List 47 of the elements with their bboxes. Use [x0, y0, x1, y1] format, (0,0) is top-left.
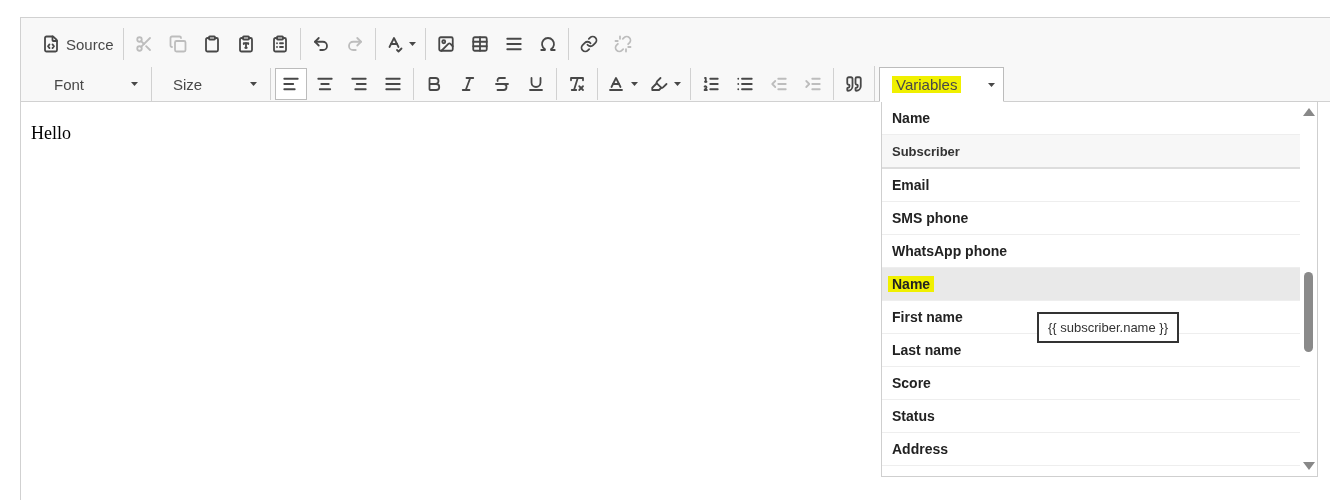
caret-icon — [408, 42, 416, 46]
image-icon — [436, 35, 455, 53]
caret-icon — [674, 82, 681, 86]
scissors-icon — [134, 35, 153, 53]
paste-icon — [202, 35, 221, 53]
link-icon — [579, 35, 598, 53]
bulleted-list-icon — [736, 75, 754, 93]
scroll-down-icon[interactable] — [1303, 462, 1315, 470]
tooltip: {{ subscriber.name }} — [1037, 312, 1179, 343]
group-heading: Subscriber — [882, 135, 1300, 169]
source-icon — [42, 35, 60, 53]
scroll-up-icon[interactable] — [1303, 108, 1315, 116]
align-left-icon — [282, 75, 300, 93]
italic-icon — [459, 75, 477, 93]
table-icon — [470, 35, 489, 53]
source-button[interactable]: Source — [37, 28, 119, 60]
strikethrough-icon — [493, 75, 511, 93]
scroll-thumb[interactable] — [1304, 272, 1313, 352]
dropdown-button[interactable]: Font — [37, 67, 147, 101]
caret-icon — [631, 82, 638, 86]
quote-icon — [845, 75, 863, 93]
caret-icon — [131, 82, 138, 86]
menu-item[interactable]: Name — [882, 268, 1300, 301]
text-color-icon — [607, 75, 625, 93]
caret-icon — [250, 82, 257, 86]
copy-icon — [168, 35, 187, 53]
numbered-list-icon — [702, 75, 720, 93]
align-right-icon — [350, 75, 368, 93]
editor-text: Hello — [31, 123, 71, 143]
caret-icon — [988, 82, 995, 87]
redo-icon — [345, 35, 364, 53]
dropdown-button[interactable]: Variables — [879, 67, 1004, 102]
outdent-icon — [770, 75, 788, 93]
paste-text-icon — [236, 35, 255, 53]
omega-icon — [538, 35, 557, 53]
indent-icon — [804, 75, 822, 93]
toolbar-button[interactable] — [275, 68, 307, 100]
undo-icon — [311, 35, 330, 53]
horizontal-lines-icon — [504, 35, 523, 53]
paste-word-icon — [270, 35, 289, 53]
clear-format-icon — [568, 75, 586, 93]
underline-icon — [527, 75, 545, 93]
dropdown-button[interactable]: Size — [156, 67, 266, 101]
align-justify-icon — [384, 75, 402, 93]
align-center-icon — [316, 75, 334, 93]
unlink-icon — [613, 35, 632, 53]
highlighter-icon — [650, 75, 668, 93]
